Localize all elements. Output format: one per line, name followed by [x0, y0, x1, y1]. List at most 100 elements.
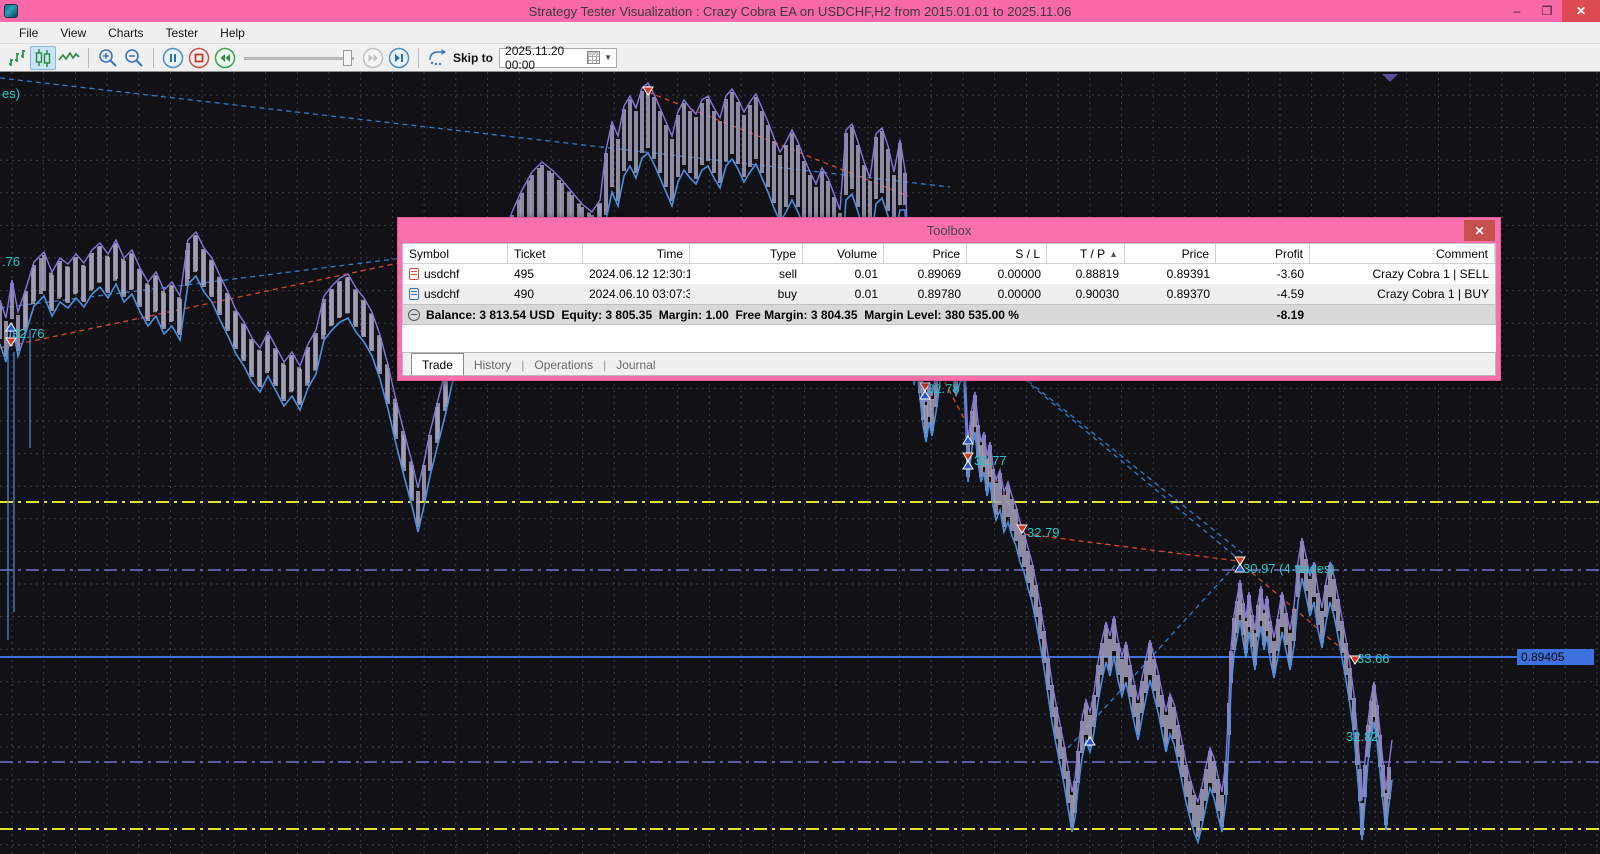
candle-bar — [370, 315, 374, 351]
candle-bar — [250, 341, 254, 377]
toolbox-body: SymbolTicketTimeTypeVolumePriceS / LT / … — [402, 243, 1496, 376]
cell: Crazy Cobra 1 | SELL — [1310, 267, 1495, 281]
cell: 0.90030 — [1047, 287, 1125, 301]
zoom-out-button[interactable] — [121, 46, 147, 70]
symbol-cell: usdchf — [424, 267, 459, 281]
menu-bar: FileViewChartsTesterHelp — [0, 22, 1600, 44]
trade-label: 30.97 (4 trades) — [1243, 561, 1335, 576]
cell: 495 — [508, 267, 583, 281]
trade-label: 32.78 — [927, 381, 960, 396]
column-header-symbol[interactable]: Symbol — [403, 244, 508, 263]
candle-bar — [98, 246, 102, 282]
skip-date-input[interactable]: 2025.11.20 00:00 ▼ — [499, 48, 617, 68]
candle-bar — [90, 253, 94, 289]
candle-bar — [850, 127, 854, 189]
candle-bar — [1120, 659, 1124, 691]
candle-bar — [226, 295, 230, 331]
slider-handle[interactable] — [343, 50, 352, 66]
sell-order-icon — [409, 268, 419, 280]
candle-bar — [362, 301, 366, 337]
menu-view[interactable]: View — [49, 24, 97, 42]
cell: 0.00000 — [967, 267, 1047, 281]
trade-label: es) — [2, 86, 20, 101]
candle-bar — [742, 115, 746, 177]
toolbox-close-button[interactable]: ✕ — [1464, 220, 1495, 241]
trade-row[interactable]: usdchf4902024.06.10 03:07:32buy0.010.897… — [403, 284, 1495, 304]
candle-bar — [416, 491, 420, 527]
column-header-type[interactable]: Type — [690, 244, 803, 263]
window-title: Strategy Tester Visualization : Crazy Co… — [0, 4, 1600, 19]
date-dropdown-arrow[interactable]: ▼ — [600, 53, 616, 62]
calendar-icon[interactable] — [587, 51, 600, 64]
balance-row: Balance: 3 813.54 USD Equity: 3 805.35 M… — [403, 304, 1495, 324]
candle-bar — [706, 99, 710, 161]
column-header-price[interactable]: Price — [884, 244, 967, 263]
candle-bar — [58, 261, 62, 297]
candle-bar — [298, 369, 302, 405]
skip-to-icon — [427, 48, 449, 68]
menu-help[interactable]: Help — [209, 24, 256, 42]
speed-slider[interactable] — [244, 46, 354, 70]
toolbar: Skip to 2025.11.20 00:00 ▼ — [0, 44, 1600, 72]
symbol-cell: usdchf — [424, 287, 459, 301]
tab-journal[interactable]: Journal — [606, 355, 665, 375]
high-envelope-line — [0, 83, 1392, 802]
candle-bar — [700, 103, 704, 165]
candle-bar — [162, 293, 166, 329]
column-header-profit[interactable]: Profit — [1216, 244, 1310, 263]
pause-button[interactable] — [160, 46, 186, 70]
candlestick-icon — [37, 49, 50, 67]
skip-to-end-button[interactable] — [386, 46, 412, 70]
column-header-ticket[interactable]: Ticket — [508, 244, 583, 263]
candle-bar — [282, 365, 286, 401]
candle-bar — [266, 335, 270, 371]
buy-arrow-icon — [963, 461, 973, 469]
minimize-button[interactable]: – — [1502, 0, 1532, 22]
skip-to-button[interactable] — [425, 46, 451, 70]
trade-row[interactable]: usdchf4952024.06.12 12:30:15sell0.010.89… — [403, 264, 1495, 284]
strategy-tester-window: Strategy Tester Visualization : Crazy Co… — [0, 0, 1600, 854]
candle-bar — [670, 139, 674, 201]
candle-bar — [796, 145, 800, 207]
price-chart[interactable]: es).7632.7632.7632.7832.7732.7930.97 (4 … — [0, 72, 1600, 854]
column-header-sl[interactable]: S / L — [967, 244, 1047, 263]
candle-bar — [778, 155, 782, 217]
toolbox-titlebar[interactable]: Toolbox ✕ — [398, 218, 1500, 243]
menu-charts[interactable]: Charts — [97, 24, 154, 42]
rewind-button[interactable] — [212, 46, 238, 70]
chart-area[interactable]: es).7632.7632.7632.7832.7732.7930.97 (4 … — [0, 72, 1600, 854]
trade-label: .76 — [2, 254, 20, 269]
cell: 2024.06.12 12:30:15 — [583, 267, 690, 281]
skip-to-label: Skip to — [453, 51, 493, 65]
candle-bar — [772, 141, 776, 203]
fast-forward-button[interactable] — [360, 46, 386, 70]
candle-bar — [616, 139, 620, 201]
stop-button[interactable] — [186, 46, 212, 70]
column-header-comment[interactable]: Comment — [1310, 244, 1495, 263]
menu-file[interactable]: File — [8, 24, 49, 42]
tab-history[interactable]: History — [464, 355, 521, 375]
chart-bars-button[interactable] — [4, 46, 30, 70]
price-tag-value: 0.89405 — [1521, 650, 1565, 664]
candle-bar — [0, 303, 2, 339]
trade-table-header[interactable]: SymbolTicketTimeTypeVolumePriceS / LT / … — [403, 244, 1495, 264]
chart-candles-button[interactable] — [30, 46, 56, 70]
restore-button[interactable]: ❐ — [1532, 0, 1562, 22]
candle-bar — [886, 149, 890, 211]
chart-line-button[interactable] — [56, 46, 82, 70]
tab-operations[interactable]: Operations — [524, 355, 603, 375]
tab-trade[interactable]: Trade — [411, 353, 464, 375]
column-header-time[interactable]: Time — [583, 244, 690, 263]
candle-bar — [682, 103, 686, 165]
menu-tester[interactable]: Tester — [154, 24, 209, 42]
candle-bar — [258, 351, 262, 387]
column-header-price[interactable]: Price — [1125, 244, 1216, 263]
cell: 0.01 — [803, 287, 884, 301]
zoom-in-button[interactable] — [95, 46, 121, 70]
column-header-tp[interactable]: T / P ▲ — [1047, 244, 1125, 263]
candle-bar — [784, 145, 788, 207]
close-button[interactable]: ✕ — [1562, 0, 1600, 22]
candle-bar — [790, 133, 794, 195]
cell: 2024.06.10 03:07:32 — [583, 287, 690, 301]
column-header-volume[interactable]: Volume — [803, 244, 884, 263]
